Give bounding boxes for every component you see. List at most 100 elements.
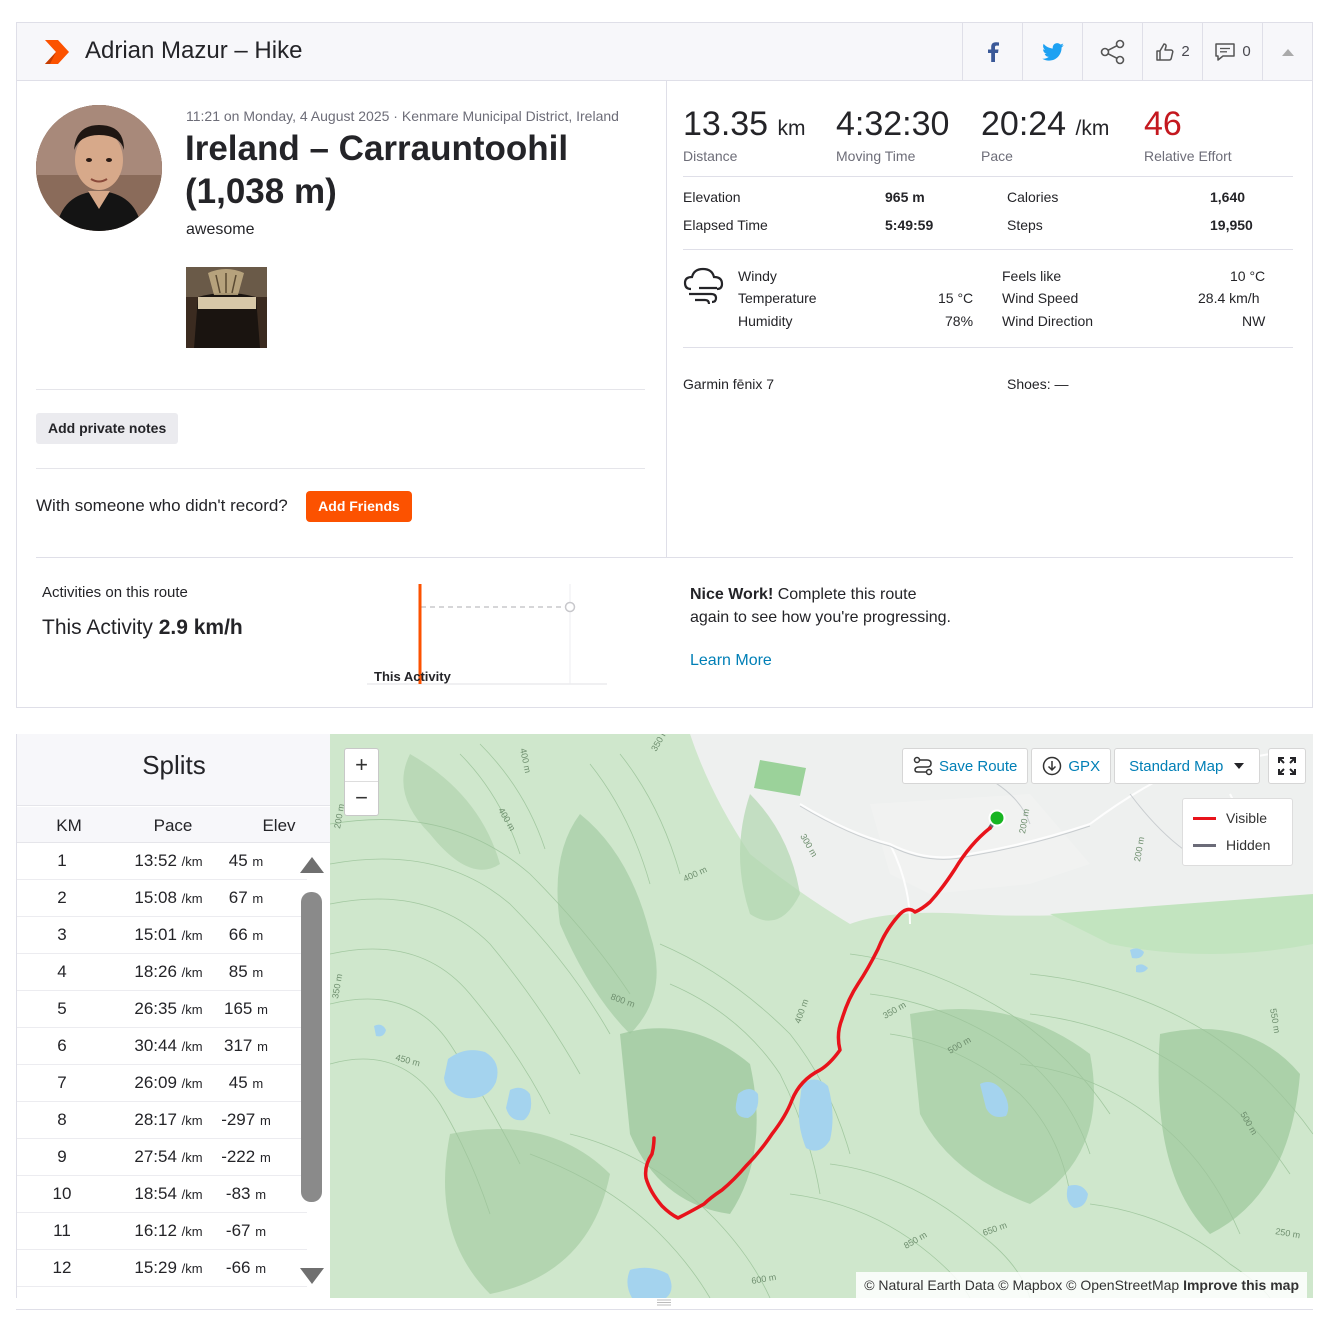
gpx-download-button[interactable]: GPX [1031,748,1112,784]
split-pace-value: 15:01 [134,925,177,944]
scroll-up-arrow-icon[interactable] [300,857,324,873]
split-elev-value: 45 [228,1073,248,1092]
stat-relative-effort[interactable]: 46 Relative Effort [1144,105,1232,164]
add-private-notes-button[interactable]: Add private notes [36,413,179,444]
split-elev: 85 m [201,962,291,982]
split-elev: 66 m [201,925,291,945]
route-map[interactable]: 400 m 350 m 400 m 300 m 200 m 200 m 400 m 800 m… [330,734,1313,1298]
comments-button[interactable]: 0 [1202,23,1262,80]
split-elev-value: -297 [221,1110,256,1129]
split-pace-value: 15:29 [134,1258,177,1277]
split-pace-unit: /km [181,1224,203,1239]
download-icon [1043,756,1062,776]
wind-direction-label: Wind Direction [1002,313,1094,329]
split-elev: -222 m [201,1147,291,1167]
split-pace-value: 18:54 [134,1184,177,1203]
legend-hidden-swatch [1193,843,1216,847]
comment-icon [1215,42,1236,61]
stat-moving-time: 4:32:30 Moving Time [836,105,949,164]
split-pace-value: 26:35 [134,999,177,1018]
split-km: 1 [57,851,67,870]
weather-condition: Windy [738,268,777,284]
stat-pace: 20:24 /km Pace [981,105,1109,164]
activity-title[interactable]: Ireland – Carrauntoohil (1,038 m) [185,127,655,213]
split-pace-value: 26:09 [134,1073,177,1092]
split-pace-unit: /km [181,1076,203,1091]
legend-hidden-label: Hidden [1226,837,1271,853]
collapse-button[interactable] [1262,23,1312,80]
kudos-button[interactable]: 2 [1142,23,1202,80]
scroll-down-arrow-icon[interactable] [300,1268,324,1284]
learn-more-link[interactable]: Learn More [690,652,772,670]
legend-visible-label: Visible [1226,810,1267,826]
share-button[interactable] [1082,23,1142,80]
column-divider [666,81,667,557]
windy-weather-icon [683,267,724,305]
split-pace-unit: /km [181,854,203,869]
activity-photo[interactable] [186,267,267,348]
split-km: 7 [57,1073,67,1092]
split-row: 1 13:52 /km 45 m [17,843,307,880]
splits-rows: 1 13:52 /km 45 m 2 15:08 /km 67 m 3 15:01 /km 66… [17,843,307,1287]
improve-map-link[interactable]: Improve this map [1183,1277,1299,1293]
split-elev-unit: m [252,891,264,906]
split-row: 11 16:12 /km -67 m [17,1213,307,1250]
split-pace-value: 27:54 [134,1147,177,1166]
split-row: 2 15:08 /km 67 m [17,880,307,917]
feels-like-value: 10 °C [1230,268,1266,284]
split-km: 12 [52,1258,72,1277]
split-row: 3 15:01 /km 66 m [17,917,307,954]
split-elev-unit: m [259,1113,271,1128]
save-route-button[interactable]: Save Route [902,748,1029,784]
fullscreen-button[interactable] [1268,748,1307,784]
split-elev-value: -222 [221,1147,256,1166]
split-row: 7 26:09 /km 45 m [17,1065,307,1102]
share-icon [1100,39,1124,64]
separator [36,468,645,469]
split-elev-unit: m [259,1150,271,1165]
facebook-share-button[interactable] [962,23,1022,80]
split-row: 4 18:26 /km 85 m [17,954,307,991]
activity-header: Adrian Mazur – Hike 2 0 [17,23,1312,81]
map-legend: Visible Hidden [1182,798,1293,866]
athlete-avatar[interactable] [36,105,162,231]
pace-label: Pace [981,148,1013,164]
split-elev: 317 m [201,1036,291,1056]
zoom-controls: + − [344,748,379,816]
split-row: 9 27:54 /km -222 m [17,1139,307,1176]
friends-question: With someone who didn't record? [36,496,288,515]
zoom-in-button[interactable]: + [345,749,378,782]
calories-label: Calories [1007,189,1059,205]
split-km: 6 [57,1036,67,1055]
zoom-out-button[interactable]: − [345,782,378,815]
caret-up-icon [1281,48,1294,56]
chevron-down-icon [1234,763,1245,769]
this-activity-prefix: This Activity [42,616,153,639]
split-elev: 45 m [201,851,291,871]
split-km: 4 [57,962,67,981]
add-friends-button[interactable]: Add Friends [306,491,412,522]
splits-table-header: KM Pace Elev [17,807,331,843]
split-pace-value: 28:17 [134,1110,177,1129]
route-this-activity: This Activity 2.9 km/h [42,616,243,640]
resize-grip-icon[interactable] [657,1298,671,1306]
split-row: 8 28:17 /km -297 m [17,1102,307,1139]
splits-title-band: Splits [17,734,331,806]
twitter-share-button[interactable] [1022,23,1082,80]
photo-thumbnail [186,267,267,348]
split-km: 11 [53,1221,71,1240]
scrollbar-thumb[interactable] [301,892,322,1202]
split-elev: -297 m [201,1110,291,1130]
comments-count: 0 [1242,43,1251,60]
split-elev-unit: m [252,854,264,869]
feels-like-label: Feels like [1002,268,1062,284]
map-terrain: 400 m350 m400 m300 m200 m 200 m400 m800 m… [330,734,1313,1298]
pace-value: 20:24 [981,105,1067,143]
map-type-dropdown[interactable]: Standard Map [1114,748,1261,784]
column-pace: Pace [153,816,193,835]
elevation-value: 965 m [885,189,925,205]
splits-title: Splits [142,750,206,780]
split-pace-unit: /km [181,1261,203,1276]
activity-description: awesome [186,221,255,238]
split-elev-value: -66 [225,1258,251,1277]
